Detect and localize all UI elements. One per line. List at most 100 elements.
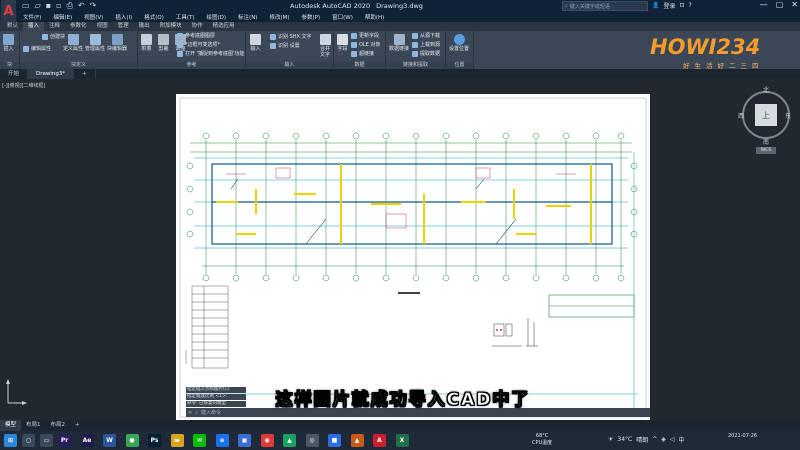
command-search-icon[interactable]: ⌕ — [195, 410, 198, 416]
viewcube-north[interactable]: 北 — [763, 85, 769, 94]
app-blue-icon[interactable]: ▣ — [238, 434, 251, 447]
help-icon[interactable]: ? — [689, 2, 692, 9]
login-button[interactable]: 登录 — [663, 1, 675, 10]
layout-tab[interactable]: 布局1 — [21, 420, 46, 431]
ribbon-tab[interactable]: 参数化 — [65, 22, 92, 31]
maximize-button[interactable]: ▢ — [776, 0, 784, 9]
download-source-button[interactable]: 从源下载 — [412, 32, 440, 39]
insert-block-button[interactable]: 插入 — [3, 34, 14, 52]
photoshop-icon[interactable]: Ps — [148, 434, 161, 447]
ie-icon[interactable]: e — [215, 434, 229, 447]
menu-item[interactable]: 工具(T) — [176, 13, 195, 21]
viewcube-top-face[interactable]: 上 — [755, 104, 777, 126]
user-icon[interactable]: 👤 — [652, 2, 659, 9]
frames-dropdown[interactable]: *边框可变选项* — [177, 41, 220, 48]
ribbon-tab[interactable]: 插入 — [23, 22, 45, 31]
new-icon[interactable]: ▭ — [22, 1, 30, 11]
menu-item[interactable]: 标注(N) — [238, 13, 257, 21]
app-green-icon[interactable]: ▲ — [283, 434, 296, 447]
ribbon-tab[interactable]: 附加模块 — [155, 22, 187, 31]
menu-item[interactable]: 格式(O) — [144, 13, 164, 21]
viewcube-west[interactable]: 西 — [738, 111, 744, 120]
word-icon[interactable]: W — [103, 434, 116, 447]
menu-item[interactable]: 视图(V) — [84, 13, 103, 21]
wechat-icon[interactable]: ✉ — [193, 434, 206, 447]
start-icon[interactable]: ⊞ — [4, 434, 17, 447]
layout-tab[interactable]: 布局2 — [46, 420, 71, 431]
redo-icon[interactable]: ↷ — [90, 1, 97, 11]
imported-drawing-image[interactable] — [176, 94, 650, 421]
taskbar-clock[interactable]: 2021-07-26 — [728, 433, 757, 440]
attach-button[interactable]: 附着 — [141, 34, 152, 52]
tray-expand-icon[interactable]: ^ — [652, 436, 657, 443]
ime-icon[interactable]: 中 — [679, 435, 685, 444]
excel-icon[interactable]: X — [395, 434, 409, 447]
print-icon[interactable]: ⎙ — [67, 1, 73, 11]
drawing-area[interactable]: [-][俯视][二维线框] 北 南 东 西 上 WCS 指定插入点和图片(C) … — [0, 79, 800, 421]
extract-data-button[interactable]: 提取数据 — [412, 50, 440, 57]
import-button[interactable]: 输入 — [250, 34, 261, 52]
new-document-tab-button[interactable]: + — [74, 69, 96, 79]
layout-tab[interactable]: 模型 — [0, 420, 22, 431]
app-blue2-icon[interactable]: ■ — [328, 434, 341, 447]
ribbon-tab[interactable]: 协作 — [187, 22, 208, 31]
recognize-shx-button[interactable]: 识别 SHX 文字 — [270, 33, 312, 40]
command-close-icon[interactable]: ✕ — [188, 410, 192, 416]
clip-button[interactable]: 剪裁 — [158, 34, 169, 52]
after-effects-icon[interactable]: Ae — [80, 434, 94, 447]
hyperlink-button[interactable]: 超链接 — [351, 50, 374, 57]
app-orange-icon[interactable]: ▲ — [350, 434, 364, 447]
document-tab[interactable]: Drawing3* — [28, 69, 75, 79]
app-red-icon[interactable]: ◉ — [260, 434, 274, 447]
ribbon-tab[interactable]: 默认 — [2, 22, 23, 31]
underlay-layers-button[interactable]: 参考底图图层 — [177, 32, 215, 39]
app-cam-icon[interactable]: ◎ — [305, 434, 319, 447]
set-location-button[interactable]: 设置位置 — [449, 34, 469, 52]
weather-icon[interactable]: ☀ — [608, 436, 613, 443]
ribbon-tab[interactable]: 视图 — [92, 22, 113, 31]
combine-text-button[interactable]: 合并文字 — [318, 34, 332, 58]
save-icon[interactable]: ▪ — [46, 1, 51, 11]
viewport-controls[interactable]: [-][俯视][二维线框] — [2, 82, 46, 89]
search-icon[interactable]: ○ — [22, 434, 35, 447]
upload-source-button[interactable]: 上载到源 — [412, 41, 440, 48]
application-menu-button[interactable]: A — [1, 0, 16, 22]
block-editor-button[interactable]: 块编辑器 — [107, 34, 127, 52]
menu-item[interactable]: 文件(F) — [23, 13, 41, 21]
premiere-icon[interactable]: Pr — [58, 434, 71, 447]
close-button[interactable]: ✕ — [791, 0, 798, 9]
network-icon[interactable]: ◈ — [661, 436, 666, 443]
cart-icon[interactable]: ⊡ — [680, 2, 685, 9]
menu-item[interactable]: 参数(P) — [302, 13, 321, 21]
recognize-settings-button[interactable]: 识别 设置 — [270, 42, 300, 49]
menu-item[interactable]: 绘图(D) — [207, 13, 227, 21]
menu-item[interactable]: 窗口(W) — [332, 13, 353, 21]
ribbon-tab[interactable]: 精选应用 — [208, 22, 240, 31]
cpu-temp-widget[interactable]: 68°C CPU温度 — [532, 433, 552, 447]
open-icon[interactable]: ▱ — [35, 1, 41, 11]
search-input[interactable]: ⌕ 键入关键字或短语 — [562, 1, 648, 11]
menu-item[interactable]: 修改(M) — [269, 13, 289, 21]
autocad-icon[interactable]: A — [373, 434, 386, 447]
saveas-icon[interactable]: ▫ — [56, 1, 61, 11]
data-link-button[interactable]: 数据链接 — [389, 34, 409, 52]
ribbon-tab[interactable]: 注释 — [44, 22, 65, 31]
menu-item[interactable]: 编辑(E) — [53, 13, 72, 21]
document-tab[interactable]: 开始 — [0, 69, 29, 79]
minimize-button[interactable]: — — [760, 0, 768, 9]
folder-icon[interactable]: ▬ — [170, 434, 184, 447]
ole-object-button[interactable]: OLE 对象 — [351, 41, 380, 48]
chrome-icon[interactable]: ● — [125, 434, 139, 447]
undo-icon[interactable]: ↶ — [78, 1, 85, 11]
edit-attr-button[interactable]: 编辑属性 — [23, 45, 51, 52]
field-button[interactable]: 字段 — [337, 34, 348, 52]
viewcube-east[interactable]: 东 — [785, 111, 791, 120]
ribbon-tab[interactable]: 管理 — [113, 22, 134, 31]
snap-underlay-button[interactable]: 打开 '捕捉到参考底图'功能 — [177, 50, 244, 57]
viewcube[interactable]: 北 南 东 西 上 WCS — [738, 85, 794, 165]
define-attr-button[interactable]: 定义属性 — [63, 34, 83, 52]
task-view-icon[interactable]: ▭ — [40, 434, 53, 447]
menu-item[interactable]: 插入(I) — [115, 13, 132, 21]
update-fields-button[interactable]: 更新字段 — [351, 32, 379, 39]
create-block-button[interactable]: 创建块 — [42, 33, 65, 40]
